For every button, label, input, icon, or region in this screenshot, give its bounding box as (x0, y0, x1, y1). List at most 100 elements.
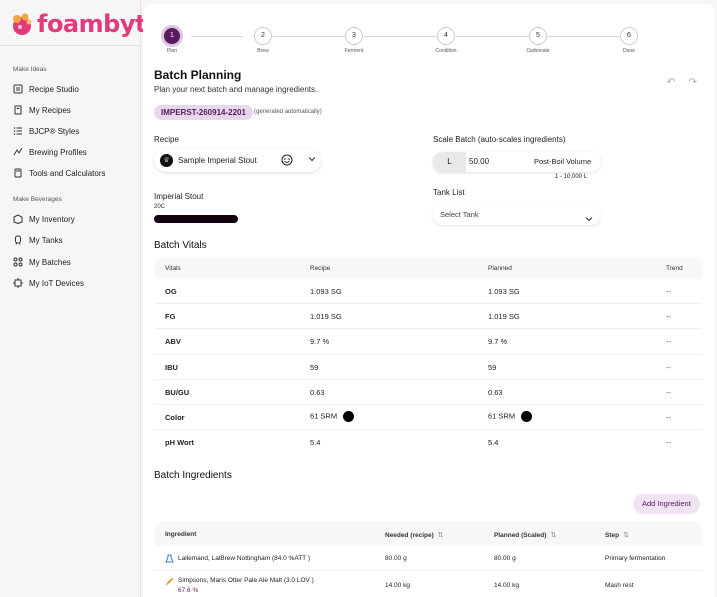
volume-unit-toggle[interactable]: L (433, 152, 466, 172)
main-panel: 1 Plan 2 Brew 3 Ferment 4 Condition 5 Ca… (143, 4, 715, 597)
sort-icon: ⇅ (550, 532, 557, 539)
vital-trend: -- (666, 412, 671, 422)
recipe-select[interactable]: ♕ Sample Imperial Stout (154, 148, 321, 172)
vital-planned: 5.4 (488, 438, 499, 448)
column-header-step[interactable]: Step ⇅ (605, 531, 629, 539)
sidebar-item-bjcp-styles[interactable]: BJCP® Styles (13, 124, 79, 138)
vital-planned: 61 SRM (488, 411, 516, 421)
sidebar-item-tools[interactable]: Tools and Calculators (13, 166, 105, 180)
table-row: OG 1.093 SG 1.093 SG -- (155, 279, 702, 305)
app: foambyte Make Ideas Recipe Studio My Rec… (0, 0, 717, 597)
vital-planned: 1.093 SG (488, 287, 520, 296)
sidebar-item-my-batches[interactable]: My Batches (13, 255, 71, 269)
ingredient-planned: 80.00 g (494, 555, 516, 562)
table-row: pH Wort 5.4 5.4 -- (155, 430, 702, 456)
profiles-icon (13, 147, 23, 157)
inventory-box-icon (13, 214, 23, 224)
sidebar-item-label: My Batches (29, 257, 71, 267)
vital-name: BU/GU (165, 387, 190, 397)
vital-name: IBU (165, 362, 178, 372)
step-carbonate[interactable]: 5 (529, 27, 547, 45)
step-connector (191, 36, 243, 37)
style-name: Imperial Stout (154, 192, 204, 201)
table-header: Vitals Recipe Planned Trend (155, 257, 702, 279)
table-header: Ingredient Needed (recipe) ⇅ Planned (Sca… (155, 522, 702, 546)
sort-icon: ⇅ (623, 532, 629, 539)
table-row[interactable]: Simpsons, Maris Otter Pale Ale Malt (3.0… (155, 571, 702, 597)
vital-planned: 0.63 (488, 387, 503, 397)
table-row: Color 61 SRM 61 SRM -- (155, 404, 702, 431)
sidebar-item-label: My IoT Devices (29, 278, 84, 288)
scale-batch-field: L Post-Boil Volume (433, 152, 601, 172)
redo-icon[interactable]: ↷ (686, 76, 700, 90)
ingredient-name: Lallemand, LalBrew Nottingham (84.0 %ATT… (178, 555, 310, 562)
sidebar-item-my-recipes[interactable]: My Recipes (13, 103, 71, 117)
smiley-icon[interactable] (281, 154, 293, 166)
vital-planned: 1.019 SG (488, 312, 520, 322)
style-code: 20C (154, 204, 166, 210)
batch-id-note: (generated automatically) (254, 109, 322, 115)
logo[interactable]: foambyte (10, 8, 162, 40)
ingredient-planned: 14.00 kg (494, 582, 519, 589)
step-connector (273, 36, 345, 37)
step-brew[interactable]: 2 (254, 27, 272, 45)
iot-icon (13, 278, 23, 288)
batch-ingredients-heading: Batch Ingredients (154, 470, 232, 481)
ingredient-percent: 67.6 % (178, 587, 199, 594)
page-title: Batch Planning (154, 68, 242, 82)
sidebar-item-recipe-studio[interactable]: Recipe Studio (13, 82, 79, 96)
tank-select[interactable]: Select Tank (433, 205, 601, 225)
sidebar-item-my-tanks[interactable]: My Tanks (13, 233, 63, 247)
vital-recipe: 1.093 SG (310, 287, 342, 296)
column-header-planned[interactable]: Planned (Scaled) ⇅ (494, 531, 556, 539)
vital-trend: -- (666, 387, 671, 397)
chevron-down-icon (308, 155, 316, 163)
step-label: Ferment (344, 48, 364, 54)
step-condition[interactable]: 4 (437, 27, 455, 45)
step-label: Brew (257, 48, 269, 54)
ingredient-needed: 80.00 g (385, 555, 407, 562)
sidebar-item-label: Recipe Studio (29, 84, 79, 94)
add-ingredient-button[interactable]: Add Ingredient (633, 494, 700, 514)
list-icon (13, 126, 23, 136)
vital-trend: -- (666, 287, 671, 296)
tank-select-placeholder: Select Tank (440, 210, 479, 219)
sidebar-item-brewing-profiles[interactable]: Brewing Profiles (13, 145, 87, 159)
undo-icon[interactable]: ↶ (664, 76, 678, 90)
sidebar-item-label: BJCP® Styles (29, 126, 80, 136)
recipe-studio-icon (13, 84, 23, 94)
volume-type-label: Post-Boil Volume (534, 157, 592, 166)
tank-list-label: Tank List (433, 188, 465, 197)
table-row[interactable]: Lallemand, LalBrew Nottingham (84.0 %ATT… (155, 546, 702, 571)
step-ferment[interactable]: 3 (345, 27, 363, 45)
vital-planned: 59 (488, 362, 497, 372)
calculator-icon (13, 168, 23, 178)
color-swatch (521, 410, 533, 422)
scale-volume-input[interactable] (469, 152, 529, 172)
ingredient-name: Simpsons, Maris Otter Pale Ale Malt (3.0… (178, 577, 314, 584)
step-connector (547, 36, 620, 37)
column-header-label: Needed (recipe) (385, 532, 434, 539)
sidebar: foambyte Make Ideas Recipe Studio My Rec… (0, 0, 162, 597)
column-header: Vitals (165, 265, 181, 272)
sort-icon: ⇅ (437, 532, 444, 539)
step-plan[interactable]: 1 (161, 25, 183, 47)
column-header-needed[interactable]: Needed (recipe) ⇅ (385, 531, 444, 539)
step-connector (456, 36, 529, 37)
step-connector (364, 36, 437, 37)
scale-range-hint: 1 - 10,000 L (555, 174, 588, 180)
step-done[interactable]: 6 (620, 27, 638, 45)
sidebar-item-my-iot-devices[interactable]: My IoT Devices (13, 276, 84, 290)
sidebar-item-my-inventory[interactable]: My Inventory (13, 212, 75, 226)
column-header-label: Step (605, 532, 620, 539)
sidebar-item-label: My Inventory (29, 214, 75, 224)
sidebar-item-label: My Recipes (29, 105, 71, 115)
step-label: Condition (435, 48, 457, 54)
batch-stepper: 1 Plan 2 Brew 3 Ferment 4 Condition 5 Ca… (143, 4, 715, 58)
vital-recipe-cell: 61 SRM (310, 410, 355, 422)
batch-id-badge: IMPERST-260914-2201 (154, 105, 253, 120)
ingredients-table: Ingredient Needed (recipe) ⇅ Planned (Sca… (155, 522, 702, 597)
table-row: ABV 9.7 % 9.7 % -- (155, 329, 702, 355)
column-header: Planned (488, 265, 512, 272)
vital-name: OG (165, 287, 177, 296)
